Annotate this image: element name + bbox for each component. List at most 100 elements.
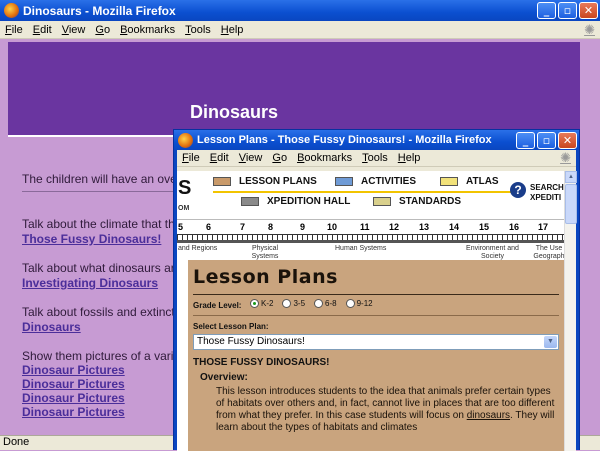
- menu-file[interactable]: File: [0, 24, 28, 36]
- ruler-number: 10: [327, 222, 338, 232]
- grade-option-k2[interactable]: K-2: [250, 299, 274, 309]
- menu-tools[interactable]: Tools: [357, 152, 393, 164]
- menu-tools[interactable]: Tools: [180, 24, 216, 36]
- activities-swatch: [335, 177, 353, 186]
- link-dinosaur-pictures[interactable]: Dinosaur Pictures: [22, 363, 125, 377]
- xpedition-swatch: [241, 197, 259, 206]
- grade-options: K-2 3-5 6-8 9-12: [250, 299, 373, 309]
- link-dinosaur-pictures[interactable]: Dinosaur Pictures: [22, 377, 125, 391]
- nav-standards[interactable]: STANDARDS: [373, 196, 461, 207]
- select-lesson-label: Select Lesson Plan:: [193, 322, 269, 331]
- grade-level-label: Grade Level:: [193, 301, 242, 310]
- nav-activities[interactable]: ACTIVITIES: [335, 176, 416, 187]
- ruler-number: 9: [300, 222, 306, 232]
- scroll-thumb[interactable]: [565, 184, 577, 224]
- logo-small: OM: [178, 205, 190, 212]
- search-label[interactable]: SEARCH: [530, 183, 564, 192]
- link-dinosaur-pictures[interactable]: Dinosaur Pictures: [22, 391, 125, 405]
- ruler-number: 7: [240, 222, 246, 232]
- atlas-swatch: [440, 177, 458, 186]
- link-fussy-dinosaurs[interactable]: Those Fussy Dinosaurs!: [22, 232, 161, 246]
- scroll-up-icon[interactable]: ▲: [565, 171, 577, 183]
- nav-xpedition-hall[interactable]: XPEDITION HALL: [241, 196, 350, 207]
- page-title: Dinosaurs: [190, 102, 279, 122]
- menu-go[interactable]: Go: [267, 152, 292, 164]
- nav-lesson-plans[interactable]: LESSON PLANS: [213, 176, 317, 187]
- grade-label: 6-8: [325, 299, 337, 308]
- lesson-title: THOSE FUSSY DINOSAURS!: [193, 357, 330, 368]
- ruler-number: 13: [419, 222, 430, 232]
- lesson-plans-swatch: [213, 177, 231, 186]
- ruler-number: 17: [538, 222, 549, 232]
- close-button[interactable]: ✕: [558, 131, 577, 149]
- ruler-number: 15: [479, 222, 490, 232]
- standards-swatch: [373, 197, 391, 206]
- chevron-down-icon[interactable]: ▼: [544, 336, 557, 348]
- close-button[interactable]: ✕: [579, 2, 598, 19]
- link-dinosaur-pictures[interactable]: Dinosaur Pictures: [22, 405, 125, 419]
- dinosaurs-link[interactable]: dinosaurs: [467, 410, 510, 421]
- grade-label: 3-5: [293, 299, 306, 308]
- nav-label: ATLAS: [466, 176, 499, 187]
- radio-icon: [314, 299, 324, 309]
- menu-edit[interactable]: Edit: [28, 24, 57, 36]
- radio-icon: [345, 299, 355, 309]
- front-page-viewport: S OM LESSON PLANS ACTIVITIES ATLAS XPEDI…: [177, 171, 564, 451]
- ruler-label: The Use Geograph: [533, 245, 564, 260]
- header-banner: Dinosaurs: [8, 42, 580, 137]
- ruler-number: 14: [449, 222, 460, 232]
- ruler-number: 12: [389, 222, 400, 232]
- front-window-title: Lesson Plans - Those Fussy Dinosaurs! - …: [197, 134, 492, 146]
- menu-go[interactable]: Go: [90, 24, 115, 36]
- section-text-climate: Talk about the climate that the: [22, 217, 182, 231]
- back-window-titlebar[interactable]: Dinosaurs - Mozilla Firefox _ ▫ ✕: [0, 0, 600, 21]
- ruler-label: and Regions: [178, 245, 218, 252]
- front-window-titlebar[interactable]: Lesson Plans - Those Fussy Dinosaurs! - …: [174, 130, 579, 150]
- maximize-button[interactable]: ▫: [558, 2, 577, 19]
- lesson-plan-select[interactable]: Those Fussy Dinosaurs! ▼: [193, 334, 559, 350]
- ruler-label: Environment and Society: [466, 245, 519, 260]
- vertical-scrollbar[interactable]: ▲: [564, 171, 577, 451]
- search-help-icon[interactable]: ?: [510, 182, 526, 198]
- maximize-button[interactable]: ▫: [537, 131, 556, 149]
- ruler-number: 16: [509, 222, 520, 232]
- grade-label: K-2: [261, 299, 274, 308]
- minimize-button[interactable]: _: [516, 131, 535, 149]
- standards-ruler: 5 6 7 8 9 10 11 12 13 14 15 16 17 and Re…: [177, 219, 564, 260]
- menu-help[interactable]: Help: [393, 152, 426, 164]
- menu-bookmarks[interactable]: Bookmarks: [115, 24, 180, 36]
- minimize-button[interactable]: _: [537, 2, 556, 19]
- ruler-band: [177, 240, 564, 243]
- ruler-label: Human Systems: [335, 245, 387, 252]
- nav-label: ACTIVITIES: [361, 176, 417, 187]
- radio-selected-icon: [250, 299, 259, 309]
- menu-file[interactable]: File: [177, 152, 205, 164]
- menu-view[interactable]: View: [57, 24, 91, 36]
- ruler-number: 11: [360, 222, 370, 232]
- back-menu-bar: File Edit View Go Bookmarks Tools Help ✺: [0, 21, 600, 39]
- back-window-title: Dinosaurs - Mozilla Firefox: [23, 3, 176, 18]
- heading-rule: [193, 294, 559, 295]
- firefox-icon: [178, 132, 193, 148]
- grade-option-6-8[interactable]: 6-8: [314, 299, 337, 309]
- lesson-content: Lesson Plans Grade Level: K-2 3-5 6-8 9-…: [188, 260, 564, 451]
- front-menu-bar: File Edit View Go Bookmarks Tools Help ✺: [177, 150, 576, 167]
- nav-label: STANDARDS: [399, 196, 462, 207]
- grade-option-9-12[interactable]: 9-12: [345, 299, 373, 309]
- menu-edit[interactable]: Edit: [205, 152, 234, 164]
- ruler-number: 6: [206, 222, 212, 232]
- menu-view[interactable]: View: [234, 152, 268, 164]
- grade-option-3-5[interactable]: 3-5: [282, 299, 306, 309]
- radio-icon: [282, 299, 292, 309]
- nav-atlas[interactable]: ATLAS: [440, 176, 499, 187]
- link-dinosaurs[interactable]: Dinosaurs: [22, 320, 81, 334]
- firefox-icon: [4, 3, 19, 18]
- section-text-what: Talk about what dinosaurs are: [22, 261, 182, 275]
- menu-bookmarks[interactable]: Bookmarks: [292, 152, 357, 164]
- throbber-icon: ✺: [560, 150, 571, 165]
- front-window-frame: File Edit View Go Bookmarks Tools Help ✺…: [177, 150, 577, 451]
- lesson-plans-heading: Lesson Plans: [193, 266, 338, 288]
- grade-rule: [193, 315, 559, 316]
- link-investigating-dinosaurs[interactable]: Investigating Dinosaurs: [22, 276, 158, 290]
- menu-help[interactable]: Help: [216, 24, 249, 36]
